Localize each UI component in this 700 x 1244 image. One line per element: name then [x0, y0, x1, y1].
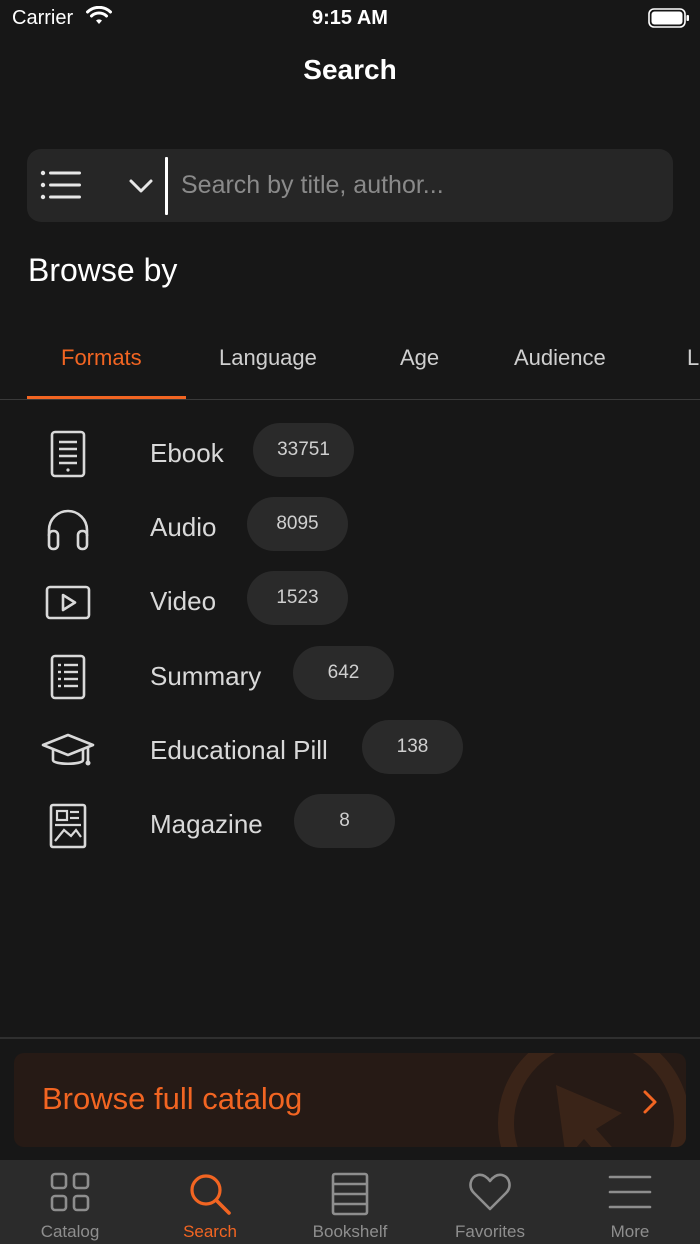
- format-row-video[interactable]: Video 1523: [0, 571, 700, 641]
- battery-icon: [648, 8, 690, 33]
- list-filter-icon[interactable]: [39, 169, 83, 206]
- format-count-badge: 33751: [253, 423, 354, 477]
- format-label: Educational Pill: [150, 735, 328, 765]
- search-bar: [27, 149, 673, 222]
- video-play-icon: [40, 576, 96, 632]
- browse-by-heading: Browse by: [28, 252, 178, 288]
- tab-age[interactable]: Age: [400, 345, 439, 371]
- page-title: Search: [303, 54, 397, 85]
- format-label: Ebook: [150, 438, 224, 468]
- grid-icon: [50, 1172, 90, 1217]
- graduation-cap-icon: [40, 725, 96, 781]
- format-label: Audio: [150, 512, 217, 542]
- tab-partial[interactable]: L: [687, 345, 699, 371]
- format-count-badge: 642: [293, 646, 394, 700]
- bottom-tab-bar: Catalog Search Bookshelf Favorites More: [0, 1160, 700, 1244]
- tab-bar-label: Bookshelf: [312, 1222, 388, 1241]
- text-cursor: [165, 157, 168, 215]
- format-count-badge: 8095: [247, 497, 348, 551]
- format-count-badge: 138: [362, 720, 463, 774]
- clock: 9:15 AM: [312, 7, 388, 29]
- format-label: Magazine: [150, 809, 263, 839]
- format-row-audio[interactable]: Audio 8095: [0, 497, 700, 567]
- tab-audience[interactable]: Audience: [514, 345, 606, 371]
- tab-bar-search[interactable]: Search: [140, 1160, 280, 1244]
- format-count-badge: 8: [294, 794, 395, 848]
- browse-tabs: Formats Language Age Audience L: [0, 330, 700, 400]
- tab-formats[interactable]: Formats: [61, 345, 142, 371]
- summary-document-icon: [40, 651, 96, 707]
- status-bar: Carrier 9:15 AM: [0, 0, 700, 36]
- search-icon: [188, 1172, 232, 1221]
- ebook-icon: [40, 428, 96, 484]
- format-label: Video: [150, 586, 217, 616]
- format-row-educational-pill[interactable]: Educational Pill 138: [0, 720, 700, 790]
- menu-icon: [608, 1172, 652, 1217]
- format-label: Summary: [150, 661, 262, 691]
- active-tab-indicator: [27, 396, 186, 399]
- format-count-badge: 1523: [247, 571, 348, 625]
- browse-full-catalog-button[interactable]: Browse full catalog: [14, 1053, 686, 1147]
- format-row-ebook[interactable]: Ebook 33751: [0, 423, 700, 493]
- heart-icon: [468, 1172, 512, 1217]
- tab-language[interactable]: Language: [219, 345, 317, 371]
- tab-bar-label: More: [610, 1222, 650, 1241]
- headphones-icon: [40, 502, 96, 558]
- bookshelf-icon: [330, 1172, 370, 1221]
- tab-bar-favorites[interactable]: Favorites: [420, 1160, 560, 1244]
- chevron-down-icon[interactable]: [127, 177, 155, 200]
- tab-bar-label: Search: [183, 1222, 237, 1241]
- magazine-icon: [40, 799, 96, 855]
- tab-bar-catalog[interactable]: Catalog: [0, 1160, 140, 1244]
- divider: [0, 1037, 700, 1039]
- search-input[interactable]: [181, 149, 661, 222]
- tab-bar-label: Catalog: [40, 1222, 100, 1241]
- tab-bar-bookshelf[interactable]: Bookshelf: [280, 1160, 420, 1244]
- chevron-right-icon: [642, 1089, 658, 1120]
- format-row-magazine[interactable]: Magazine 8: [0, 794, 700, 864]
- tab-bar-more[interactable]: More: [560, 1160, 700, 1244]
- format-row-summary[interactable]: Summary 642: [0, 646, 700, 716]
- browse-full-catalog-label: Browse full catalog: [42, 1081, 303, 1116]
- tab-bar-label: Favorites: [455, 1222, 525, 1241]
